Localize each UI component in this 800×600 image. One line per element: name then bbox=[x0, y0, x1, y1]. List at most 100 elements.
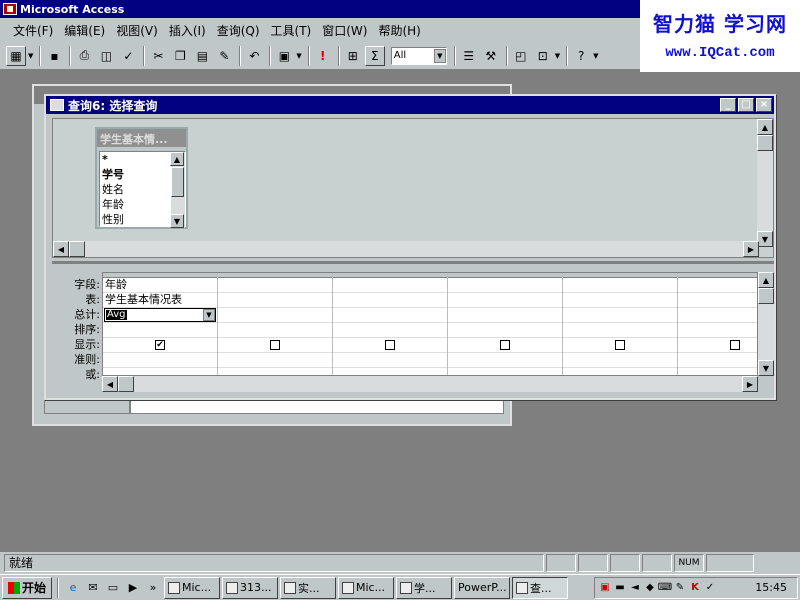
field-cell[interactable]: 年龄 bbox=[103, 278, 217, 293]
scroll-up-icon[interactable]: ▲ bbox=[757, 119, 773, 135]
close-icon[interactable]: × bbox=[756, 98, 772, 112]
start-button[interactable]: 开始 bbox=[2, 576, 52, 599]
grid-vertical-scrollbar[interactable]: ▲ ▼ bbox=[758, 272, 774, 376]
grid-horizontal-scrollbar[interactable]: ◀ ▶ bbox=[102, 376, 758, 392]
save-icon[interactable]: ▪ bbox=[44, 46, 64, 66]
scroll-thumb[interactable] bbox=[69, 241, 85, 257]
sort-cell[interactable] bbox=[218, 323, 332, 338]
minimize-icon[interactable]: _ bbox=[720, 98, 736, 112]
new-object-dropdown-icon[interactable]: ▼ bbox=[555, 52, 560, 60]
criteria-cell[interactable] bbox=[448, 353, 562, 368]
scroll-thumb[interactable] bbox=[118, 376, 134, 392]
undo-icon[interactable]: ↶ bbox=[244, 46, 264, 66]
query-type-icon[interactable]: ▣ bbox=[274, 46, 294, 66]
criteria-cell[interactable] bbox=[678, 353, 757, 368]
taskbar-button[interactable]: 313... bbox=[222, 576, 278, 599]
scroll-thumb[interactable] bbox=[171, 167, 184, 197]
scroll-left-icon[interactable]: ◀ bbox=[102, 376, 118, 392]
total-cell[interactable] bbox=[563, 308, 677, 323]
field-cell[interactable] bbox=[448, 278, 562, 293]
show-cell[interactable] bbox=[563, 338, 677, 353]
or-cell[interactable] bbox=[448, 368, 562, 375]
total-cell[interactable] bbox=[448, 308, 562, 323]
sort-cell[interactable] bbox=[103, 323, 217, 338]
table-cell[interactable] bbox=[678, 293, 757, 308]
tray-antivirus-icon[interactable]: ✓ bbox=[704, 582, 716, 594]
scroll-down-icon[interactable]: ▼ bbox=[757, 231, 773, 247]
tray-network-icon[interactable]: ◆ bbox=[644, 582, 656, 594]
grid-column[interactable] bbox=[333, 273, 448, 375]
format-painter-icon[interactable]: ✎ bbox=[214, 46, 234, 66]
show-checkbox[interactable] bbox=[615, 340, 625, 350]
table-cell[interactable] bbox=[218, 293, 332, 308]
clock[interactable]: 15:45 bbox=[755, 581, 793, 594]
scroll-down-icon[interactable]: ▼ bbox=[758, 360, 774, 376]
menu-window[interactable]: 窗口(W) bbox=[317, 20, 372, 41]
tray-k-icon[interactable]: K bbox=[689, 582, 701, 594]
menu-view[interactable]: 视图(V) bbox=[111, 20, 163, 41]
table-pane[interactable]: 学生基本情... * 学号 姓名 年龄 性别 ▲ ▼ ▲ ▼ ◀ ▶ bbox=[52, 118, 774, 258]
menu-tools[interactable]: 工具(T) bbox=[266, 20, 317, 41]
table-cell[interactable] bbox=[563, 293, 677, 308]
internet-explorer-icon[interactable]: e bbox=[64, 579, 82, 597]
or-cell[interactable] bbox=[333, 368, 447, 375]
or-cell[interactable] bbox=[218, 368, 332, 375]
menu-query[interactable]: 查询(Q) bbox=[212, 20, 265, 41]
field-cell[interactable] bbox=[563, 278, 677, 293]
scroll-left-icon[interactable]: ◀ bbox=[53, 241, 69, 257]
grid-column[interactable] bbox=[218, 273, 333, 375]
field-list[interactable]: * 学号 姓名 年龄 性别 ▲ ▼ bbox=[99, 151, 186, 228]
new-object-icon[interactable]: ⊡ bbox=[533, 46, 553, 66]
sort-cell[interactable] bbox=[448, 323, 562, 338]
tray-monitor-icon[interactable]: ▬ bbox=[614, 582, 626, 594]
tray-input-icon[interactable]: ⌨ bbox=[658, 582, 672, 594]
scroll-up-icon[interactable]: ▲ bbox=[170, 152, 184, 166]
show-checkbox[interactable] bbox=[500, 340, 510, 350]
query-type-dropdown-icon[interactable]: ▼ bbox=[296, 52, 301, 60]
field-list-scrollbar[interactable]: ▲ ▼ bbox=[170, 152, 185, 228]
view-dropdown-icon[interactable]: ▼ bbox=[28, 52, 33, 60]
total-cell[interactable] bbox=[218, 308, 332, 323]
table-cell[interactable] bbox=[333, 293, 447, 308]
field-cell[interactable] bbox=[333, 278, 447, 293]
taskbar-button[interactable]: Mic... bbox=[338, 576, 394, 599]
design-grid[interactable]: 年龄 学生基本情况表 Avg ▼ ✔ bbox=[102, 272, 758, 376]
scroll-right-icon[interactable]: ▶ bbox=[742, 376, 758, 392]
or-cell[interactable] bbox=[563, 368, 677, 375]
table-cell[interactable]: 学生基本情况表 bbox=[103, 293, 217, 308]
show-cell[interactable]: ✔ bbox=[103, 338, 217, 353]
copy-icon[interactable]: ❐ bbox=[170, 46, 190, 66]
total-cell[interactable]: Avg ▼ bbox=[103, 308, 217, 323]
table-pane-horizontal-scrollbar[interactable]: ◀ ▶ bbox=[53, 241, 759, 257]
sort-cell[interactable] bbox=[563, 323, 677, 338]
or-cell[interactable] bbox=[103, 368, 217, 375]
taskbar-button-active[interactable]: 查... bbox=[512, 576, 568, 599]
table-pane-vertical-scrollbar[interactable]: ▲ ▼ bbox=[757, 119, 773, 247]
top-values-combo[interactable]: All ▼ bbox=[390, 46, 447, 65]
show-checkbox[interactable]: ✔ bbox=[155, 340, 165, 350]
scroll-thumb[interactable] bbox=[758, 288, 774, 304]
paste-icon[interactable]: ▤ bbox=[192, 46, 212, 66]
spelling-icon[interactable]: ✓ bbox=[118, 46, 138, 66]
taskbar-button[interactable]: 实... bbox=[280, 576, 336, 599]
criteria-cell[interactable] bbox=[218, 353, 332, 368]
menu-insert[interactable]: 插入(I) bbox=[164, 20, 211, 41]
menu-edit[interactable]: 编辑(E) bbox=[59, 20, 110, 41]
show-cell[interactable] bbox=[218, 338, 332, 353]
grid-column[interactable] bbox=[678, 273, 757, 375]
pane-splitter[interactable] bbox=[52, 261, 774, 264]
table-cell[interactable] bbox=[448, 293, 562, 308]
tray-tool-icon[interactable]: ✎ bbox=[674, 582, 686, 594]
menu-file[interactable]: 文件(F) bbox=[8, 20, 58, 41]
more-quicklaunch-icon[interactable]: » bbox=[144, 579, 162, 597]
sort-cell[interactable] bbox=[678, 323, 757, 338]
view-grid-icon[interactable]: ▦ bbox=[6, 45, 26, 66]
grid-column[interactable] bbox=[448, 273, 563, 375]
total-cell[interactable] bbox=[333, 308, 447, 323]
help-dropdown-icon[interactable]: ▼ bbox=[593, 52, 598, 60]
or-cell[interactable] bbox=[678, 368, 757, 375]
table-field-list-box[interactable]: 学生基本情... * 学号 姓名 年龄 性别 ▲ ▼ bbox=[95, 127, 188, 229]
show-checkbox[interactable] bbox=[385, 340, 395, 350]
print-preview-icon[interactable]: ◫ bbox=[96, 46, 116, 66]
help-icon[interactable]: ? bbox=[571, 46, 591, 66]
